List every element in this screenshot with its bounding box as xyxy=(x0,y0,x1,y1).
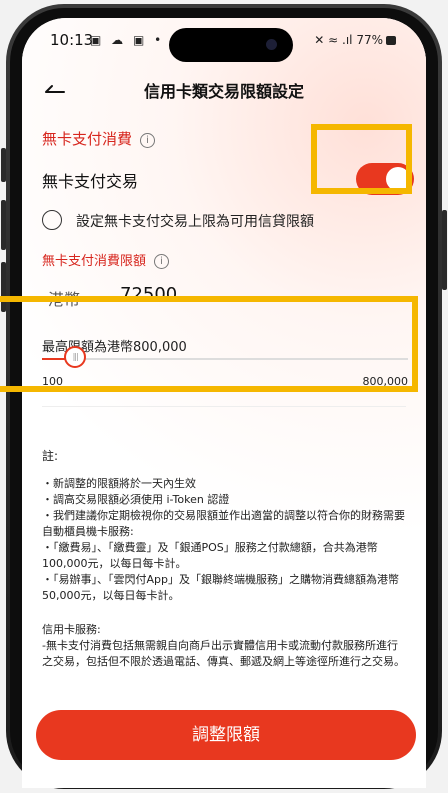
note-line: 自動櫃員機卡服務: xyxy=(42,525,134,538)
volume-up-button xyxy=(1,200,6,250)
note-line: ・「易辦事」、「雲閃付App」及「銀聯終端機服務」之購物消費總額為港幣50,00… xyxy=(42,573,399,602)
mute-switch xyxy=(1,148,6,182)
info-icon[interactable]: i xyxy=(154,254,170,269)
highlight-slider-box xyxy=(0,296,418,392)
credit-card-heading: 信用卡服務: xyxy=(42,623,101,636)
status-bar: 10:13 ▣ ☁ ▣ • ✕ ≈ .ıl 77% xyxy=(22,28,426,62)
notes-gap xyxy=(42,604,408,622)
radio-label: 設定無卡支付交易上限為可用信貸限額 xyxy=(76,214,314,230)
use-credit-limit-radio[interactable] xyxy=(42,210,62,230)
camera-icon xyxy=(266,39,277,50)
limit-title: 無卡支付消費限額 i xyxy=(42,250,170,269)
signal-battery-text: ✕ ≈ .ıl 77% xyxy=(314,33,383,47)
note-line: ・我們建議你定期檢視你的交易限額並作出適當的調整以符合你的財務需要 xyxy=(42,509,405,522)
limit-title-text: 無卡支付消費限額 xyxy=(42,254,147,269)
note-line: ・「繳費易」、「繳費靈」及「銀通POS」服務之付款總額，合共為港幣100,000… xyxy=(42,541,378,570)
notes-heading: 註: xyxy=(42,449,59,463)
page-title: 信用卡類交易限額設定 xyxy=(143,82,304,101)
notes-section: 註: ・新調整的限額將於一天內生效 ・調高交易限額必須使用 i-Token 認證… xyxy=(42,448,408,670)
status-right-icons: ✕ ≈ .ıl 77% xyxy=(314,33,396,47)
dynamic-island xyxy=(169,28,293,62)
divider xyxy=(42,406,406,407)
toggle-label: 無卡支付交易 xyxy=(42,172,139,191)
notification-icons: ▣ ☁ ▣ • xyxy=(90,33,165,47)
battery-icon xyxy=(386,36,396,45)
status-time: 10:13 xyxy=(50,31,94,49)
section-title-text: 無卡支付消費 xyxy=(42,130,133,148)
highlight-toggle-box xyxy=(311,124,412,194)
note-line: ・新調整的限額將於一天內生效 xyxy=(42,477,196,490)
info-icon[interactable]: i xyxy=(140,133,156,148)
note-line: ・調高交易限額必須使用 i-Token 認證 xyxy=(42,493,230,506)
adjust-limit-button[interactable]: 調整限額 xyxy=(36,710,416,760)
nav-bar: 信用卡類交易限額設定 xyxy=(22,68,426,108)
power-button xyxy=(442,210,447,290)
section-title: 無卡支付消費 i xyxy=(42,128,156,149)
credit-card-text: -無卡支付消費包括無需親自向商戶出示實體信用卡或流動付款服務所進行之交易，包括但… xyxy=(42,639,405,668)
